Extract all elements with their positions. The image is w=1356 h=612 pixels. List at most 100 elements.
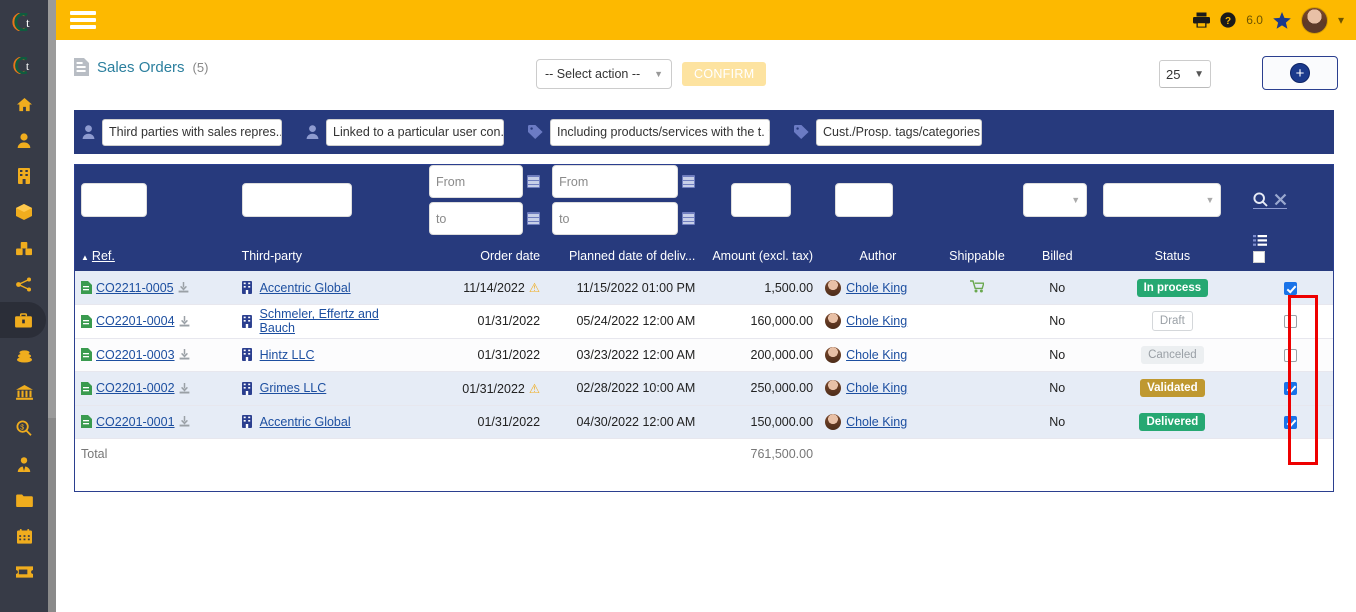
column-header-planned-date[interactable]: Planned date of deliv... [546,235,702,271]
new-order-button[interactable]: + [1262,56,1338,90]
sidebar-item-agenda[interactable] [0,518,48,554]
order-ref-link[interactable]: CO2201-0001 [96,415,175,429]
filter-linked-user-contact[interactable]: Linked to a particular user con. ▼ [306,118,504,146]
sidebar-item-stock[interactable] [0,230,48,266]
column-header-third-party[interactable]: Third-party [235,235,423,271]
sidebar-item-tickets[interactable] [0,554,48,590]
rail-scrollbar[interactable] [48,0,56,612]
building-icon [18,168,30,184]
calendar-icon[interactable] [527,212,541,225]
sidebar-item-products[interactable] [0,194,48,230]
third-party-link[interactable]: Hintz LLC [260,348,315,362]
filter-cust-prosp-tags-box[interactable]: Cust./Prosp. tags/categories [816,118,982,146]
page-size-select[interactable]: 25 ▼ [1159,60,1211,88]
sidebar-item-members[interactable] [0,122,48,158]
cell-order-date: 11/14/2022 ⚠ [422,271,547,305]
sidebar-item-bank[interactable] [0,374,48,410]
search-input-author[interactable] [835,183,894,217]
search-input-planned-date-to[interactable] [552,202,679,235]
row-checkbox[interactable] [1283,415,1297,429]
filter-third-parties-sales-rep[interactable]: Third parties with sales repres.. ▼ [82,118,282,146]
download-icon[interactable] [179,349,190,360]
sidebar-item-accounting[interactable]: $ [0,410,48,446]
table-row[interactable]: CO2201-0001 Accentric Global 01/31/2022 … [75,405,1333,439]
row-checkbox[interactable] [1283,281,1297,295]
third-party-link[interactable]: Accentric Global [260,415,351,429]
table-row[interactable]: CO2201-0002 Grimes LLC 01/31/2022 ⚠ 02/2… [75,371,1333,406]
author-link[interactable]: Chole King [846,281,907,295]
download-icon[interactable] [179,315,190,327]
author-link[interactable]: Chole King [846,381,907,395]
sidebar-item-home[interactable] [0,86,48,122]
order-ref-link[interactable]: CO2201-0004 [96,314,175,328]
search-input-ref[interactable] [81,183,147,217]
search-input-order-date-to[interactable] [428,202,524,235]
sidebar-item-mrp[interactable] [0,266,48,302]
sidebar-item-projects[interactable] [0,482,48,518]
download-icon[interactable] [179,416,190,427]
third-party-link[interactable]: Schmeler, Effertz and Bauch [260,307,417,335]
filter-products-services-tag[interactable]: Including products/services with the t. … [528,118,770,146]
sidebar-item-logo[interactable]: t [0,0,48,44]
order-ref-link[interactable]: CO2201-0002 [96,381,175,395]
download-icon[interactable] [178,282,189,293]
third-party-link[interactable]: Grimes LLC [260,381,327,395]
cell-billed: No [1017,338,1098,372]
select-action-dropdown[interactable]: -- Select action -- ▼ [536,59,672,89]
table-row[interactable]: CO2211-0005 Accentric Global 11/14/2022 … [75,271,1333,305]
calendar-icon[interactable] [682,212,696,225]
filter-third-parties-sales-rep-box[interactable]: Third parties with sales repres.. ▼ [102,118,282,146]
author-link[interactable]: Chole King [846,314,907,328]
row-checkbox[interactable] [1283,382,1297,396]
help-circle-icon[interactable]: ? [1220,12,1236,28]
search-input-amount[interactable] [731,183,792,217]
cell-select [1247,271,1333,305]
column-header-ref[interactable]: ▲ Ref. [75,235,236,271]
column-header-order-date[interactable]: Order date [422,235,547,271]
search-input-third-party[interactable] [241,183,352,217]
list-columns-icon[interactable] [1253,235,1268,246]
download-icon[interactable] [179,382,190,394]
close-x-icon[interactable] [1274,193,1287,206]
document-icon [74,58,89,76]
column-header-billed[interactable]: Billed [1017,235,1098,271]
rail-scroll-thumb[interactable] [48,0,56,418]
order-ref-link[interactable]: CO2201-0003 [96,348,175,362]
author-link[interactable]: Chole King [846,348,907,362]
column-header-status[interactable]: Status [1097,235,1248,271]
column-header-shippable[interactable]: Shippable [936,235,1018,271]
row-checkbox[interactable] [1283,315,1297,329]
sidebar-item-third-parties[interactable] [0,158,48,194]
calendar-icon[interactable] [527,175,541,188]
magnifier-icon[interactable] [1253,191,1268,207]
calendar-icon[interactable] [682,175,696,188]
sidebar-item-billing[interactable] [0,338,48,374]
table-row[interactable]: CO2201-0003 Hintz LLC 01/31/2022 03/23/2… [75,338,1333,372]
hamburger-menu-button[interactable] [70,8,96,32]
search-input-planned-date-from[interactable] [552,165,679,198]
bank-icon [15,384,33,400]
column-header-amount[interactable]: Amount (excl. tax) [701,235,820,271]
search-select-status[interactable]: ▼ [1103,183,1222,217]
order-ref-link[interactable]: CO2211-0005 [96,281,174,295]
third-party-link[interactable]: Accentric Global [260,281,351,295]
select-all-checkbox[interactable] [1253,251,1266,263]
sidebar-item-commercial[interactable] [0,302,46,338]
chevron-down-icon[interactable]: ▾ [1338,13,1344,27]
search-input-order-date-from[interactable] [428,165,524,198]
search-select-billed[interactable]: ▼ [1023,183,1088,217]
table-row[interactable]: CO2201-0004 Schmeler, Effertz and Bauch … [75,304,1333,339]
column-header-tools [1247,235,1333,271]
confirm-button[interactable]: CONFIRM [682,62,767,86]
filter-linked-user-contact-box[interactable]: Linked to a particular user con. ▼ [326,118,504,146]
filter-products-services-tag-box[interactable]: Including products/services with the t. … [550,118,770,146]
filter-cust-prosp-tags[interactable]: Cust./Prosp. tags/categories [794,118,982,146]
printer-icon[interactable] [1193,12,1211,28]
author-link[interactable]: Chole King [846,415,907,429]
avatar[interactable] [1300,6,1328,34]
row-checkbox[interactable] [1283,348,1297,362]
sidebar-item-logo-small[interactable]: t [0,44,48,86]
sidebar-item-hrm[interactable] [0,446,48,482]
column-header-author[interactable]: Author [819,235,937,271]
star-icon[interactable] [1273,11,1291,29]
